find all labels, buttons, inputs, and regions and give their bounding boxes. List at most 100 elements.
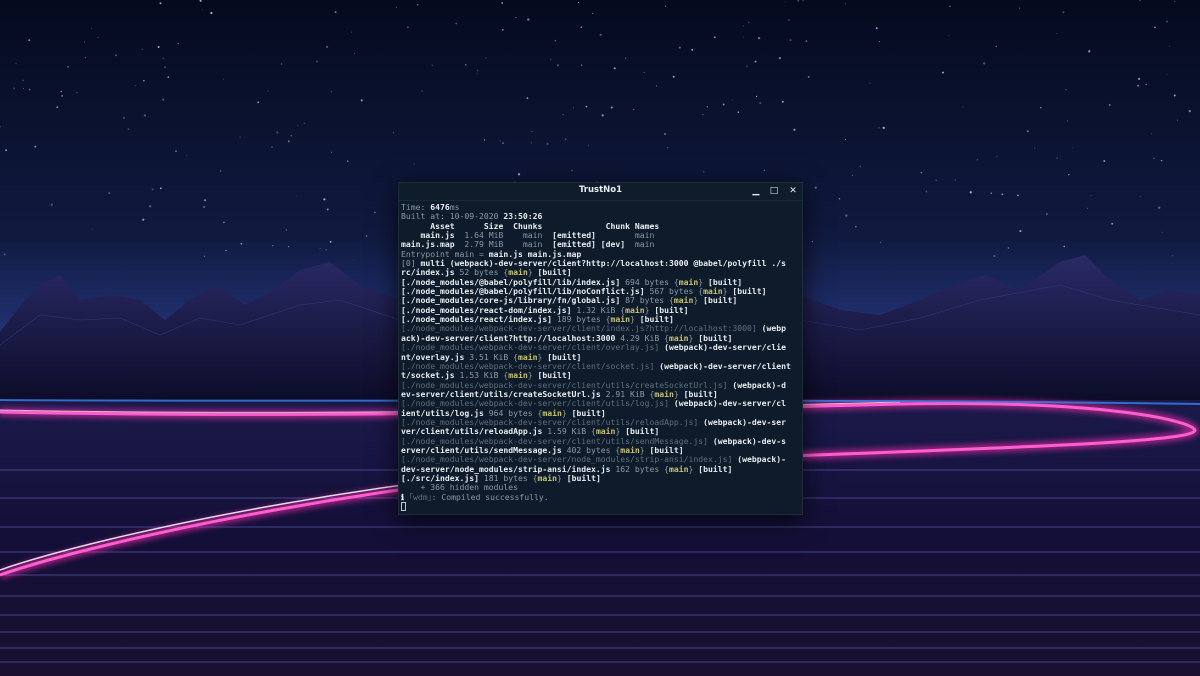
star — [1161, 231, 1163, 233]
terminal-text: main — [595, 427, 616, 437]
terminal-text: (webp — [756, 324, 786, 334]
terminal-text: (webpack)-d — [727, 380, 786, 390]
terminal-text: [./node_modules/webpack-dev-server/clien… — [401, 361, 655, 371]
star — [788, 19, 790, 21]
terminal-text: [./node_modules/webpack-dev-server/clien… — [401, 380, 728, 390]
star — [162, 57, 164, 59]
star — [290, 134, 293, 137]
maximize-icon[interactable]: □ — [765, 183, 783, 200]
terminal-text: 1.64 MiB — [454, 231, 504, 241]
star — [531, 131, 533, 133]
star — [655, 85, 658, 87]
star — [878, 41, 880, 43]
star — [976, 158, 979, 161]
star — [1007, 247, 1010, 249]
star — [326, 45, 329, 48]
terminal-line: [./node_modules/core-js/library/fn/globa… — [401, 296, 802, 305]
star — [571, 169, 573, 172]
star — [34, 145, 37, 148]
star — [1019, 7, 1021, 9]
star — [633, 109, 635, 111]
star — [297, 125, 299, 127]
star — [805, 40, 808, 42]
star — [949, 5, 951, 8]
star — [580, 26, 582, 28]
terminal-text: 4.29 KiB { — [615, 333, 670, 343]
star — [455, 22, 458, 25]
star — [1088, 50, 1091, 53]
star — [1090, 195, 1092, 197]
star — [1066, 120, 1069, 122]
star — [920, 171, 923, 174]
star — [1046, 213, 1048, 215]
star — [1087, 207, 1089, 209]
star — [702, 114, 704, 116]
star — [1111, 222, 1114, 225]
terminal-text: main — [625, 240, 655, 250]
terminal-text: [built] — [571, 408, 606, 418]
star — [746, 65, 748, 67]
star — [844, 3, 846, 5]
star — [334, 11, 337, 14]
star — [90, 27, 93, 30]
terminal-text: [./node_modules/webpack-dev-server/clien… — [401, 324, 757, 334]
star — [942, 71, 944, 74]
star — [177, 42, 179, 45]
close-icon[interactable]: ✕ — [784, 183, 802, 200]
terminal-text: main — [503, 231, 553, 241]
terminal-text: [built] — [649, 445, 684, 455]
terminal-text: main — [654, 389, 674, 399]
terminal-output[interactable]: Time: 6476ms Built at: 10-09-2020 23:50:2… — [399, 201, 802, 511]
star — [143, 114, 147, 117]
star — [844, 138, 846, 140]
star — [814, 186, 817, 189]
terminal-text: 52 bytes { — [454, 268, 509, 278]
window-title: TrustNo1 — [578, 185, 623, 195]
star — [61, 95, 63, 97]
terminal-text: [built] — [703, 296, 738, 306]
terminal-window[interactable]: TrustNo1 ▁ □ ✕ Time: 6476ms Built at: 10-… — [398, 182, 803, 515]
terminal-line: [./node_modules/webpack-dev-server/node_… — [401, 455, 802, 464]
star — [882, 126, 885, 130]
terminal-text: [0] — [401, 259, 421, 269]
terminal-text: ms — [449, 203, 460, 212]
terminal-text: } — [527, 371, 538, 381]
star — [993, 254, 996, 258]
star — [845, 214, 848, 217]
star — [588, 145, 589, 147]
star — [789, 39, 792, 42]
terminal-text: } — [644, 305, 655, 315]
star — [1065, 89, 1067, 91]
terminal-text: main — [673, 296, 694, 306]
star — [995, 45, 997, 48]
terminal-text: [./node_modules/webpack-dev-server/clien… — [401, 417, 699, 427]
terminal-text: main — [537, 473, 557, 483]
star — [204, 199, 207, 202]
terminal-line: main.js 1.64 MiB main [emitted] main — [401, 231, 802, 240]
star — [326, 208, 329, 211]
window-titlebar[interactable]: TrustNo1 ▁ □ ✕ — [399, 183, 802, 201]
star — [271, 146, 273, 148]
terminal-line: [./node_modules/webpack-dev-server/clien… — [401, 362, 802, 371]
terminal-text: 1.59 KiB { — [542, 427, 596, 437]
terminal-line: [./node_modules/webpack-dev-server/clien… — [401, 399, 802, 408]
terminal-text: } — [693, 296, 704, 306]
star — [526, 97, 529, 99]
terminal-text: main — [620, 445, 640, 455]
star — [143, 80, 145, 82]
star — [1174, 0, 1176, 2]
minimize-icon[interactable]: ▁ — [747, 183, 765, 200]
star — [22, 79, 24, 82]
star — [22, 87, 25, 89]
terminal-text: rc/index.js — [401, 268, 455, 278]
terminal-line: Entrypoint main = main.js main.js.map — [401, 250, 802, 259]
star — [880, 241, 881, 243]
star — [1158, 206, 1161, 209]
terminal-text: [built] — [732, 287, 767, 297]
star — [610, 106, 613, 109]
terminal-text: 1.53 KiB { — [454, 371, 509, 381]
terminal-prompt-line[interactable] — [401, 502, 802, 511]
star — [1137, 77, 1141, 81]
star — [323, 198, 326, 201]
terminal-line: Time: 6476ms — [401, 203, 802, 212]
